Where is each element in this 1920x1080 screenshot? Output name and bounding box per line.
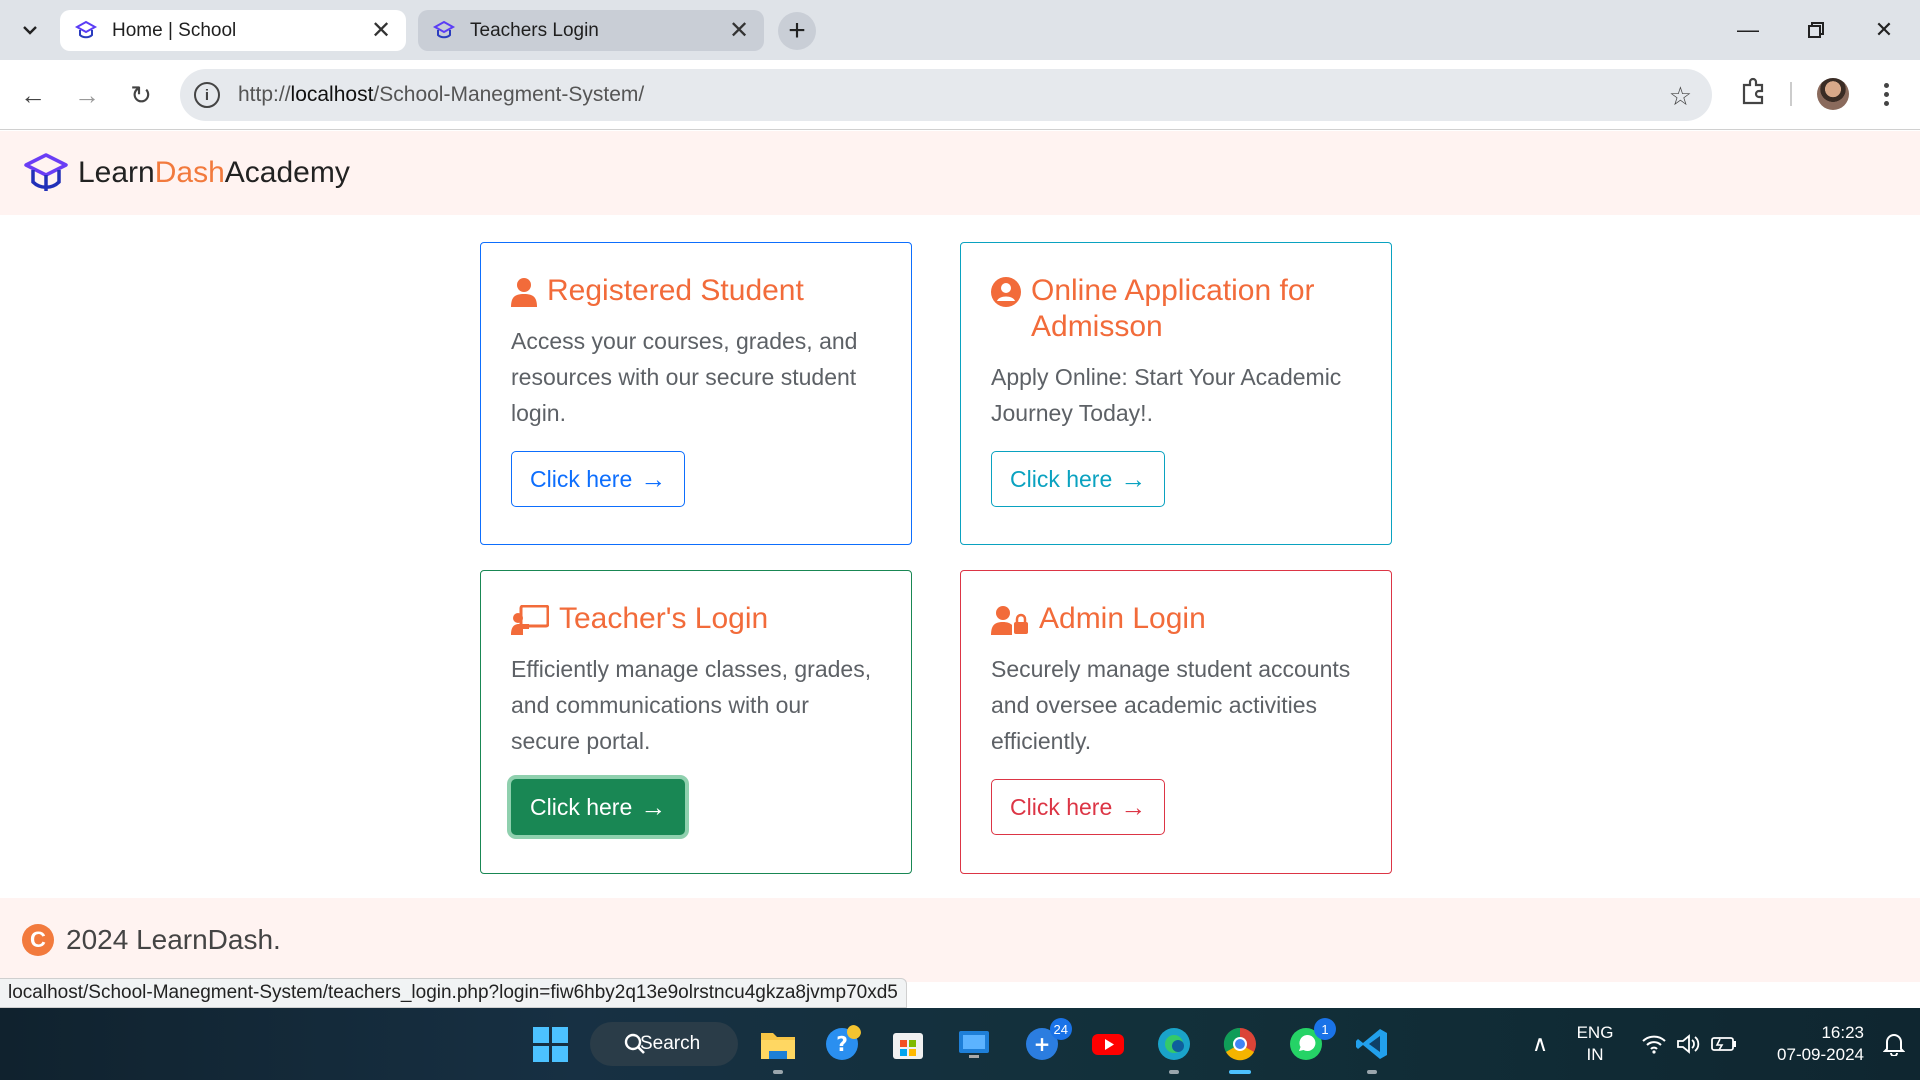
notifications-bell-icon[interactable] [1872,1022,1916,1066]
card-registered-student: Registered Student Access your courses, … [480,242,912,545]
browser-menu-icon[interactable] [1874,78,1898,110]
remote-desktop-icon[interactable] [952,1022,996,1066]
clock[interactable]: 16:23 07-09-2024 [1754,1022,1864,1066]
card-title: Online Application for Admisson [991,273,1361,345]
close-tab-icon[interactable]: ✕ [370,17,392,44]
teacher-click-here-button[interactable]: Click here → [511,779,686,835]
card-title: Admin Login [991,601,1361,637]
get-help-icon[interactable]: ? [820,1022,864,1066]
vscode-icon[interactable] [1350,1022,1394,1074]
tab-teachers-login[interactable]: Teachers Login ✕ [418,10,764,51]
close-tab-icon[interactable]: ✕ [728,17,750,44]
graduation-cap-icon [74,20,98,38]
tab-title: Teachers Login [470,19,599,41]
footer-text: 2024 LearnDash. [66,924,281,955]
reload-icon[interactable]: ↻ [122,76,160,114]
new-tab-plus-icon[interactable]: + [778,12,816,50]
url-text: http://localhost/School-Manegment-System… [238,83,645,106]
user-icon [511,278,537,307]
card-teachers-login: Teacher's Login Efficiently manage class… [480,570,912,874]
card-text: Efficiently manage classes, grades, and … [511,656,872,754]
bookmark-star-icon[interactable]: ☆ [1669,81,1692,112]
edge-icon[interactable] [1152,1022,1196,1074]
extensions-puzzle-icon[interactable] [1738,76,1768,106]
windows-taskbar: Search ? + 24 1 ∧ ENG IN 16:23 07-09-202… [0,1008,1920,1080]
tab-strip: Home | School ✕ Teachers Login ✕ + — ✕ [0,0,1920,60]
site-navbar: LearnDashAcademy [0,131,1920,215]
youtube-icon[interactable] [1086,1022,1130,1066]
search-icon [624,1033,645,1054]
restore-icon[interactable] [1796,10,1836,50]
svg-text:+: + [1034,1032,1051,1056]
toolbar-divider [1790,82,1792,106]
taskbar-search[interactable]: Search [590,1022,738,1066]
teams-icon[interactable]: + 24 [1020,1018,1072,1066]
arrow-right-icon: → [640,791,667,822]
arrow-right-icon: → [1120,463,1147,494]
whatsapp-icon[interactable]: 1 [1284,1018,1336,1066]
back-arrow-icon[interactable]: ← [14,76,52,114]
card-text: Securely manage student accounts and ove… [991,656,1351,754]
card-admin-login: Admin Login Securely manage student acco… [960,570,1392,874]
tab-home[interactable]: Home | School ✕ [60,10,406,51]
start-windows-icon[interactable] [528,1022,572,1066]
user-circle-icon [991,277,1021,307]
battery-icon[interactable] [1702,1022,1746,1066]
address-bar[interactable]: i http://localhost/School-Manegment-Syst… [180,69,1712,121]
site-brand[interactable]: LearnDashAcademy [78,156,350,190]
card-text: Access your courses, grades, and resourc… [511,328,858,426]
copyright-icon: C [22,924,54,956]
browser-toolbar: ← → ↻ i http://localhost/School-Manegmen… [0,60,1920,130]
chrome-icon[interactable] [1218,1022,1262,1074]
show-hidden-icons-chevron-icon[interactable]: ∧ [1518,1022,1562,1066]
graduation-cap-logo-icon[interactable] [22,149,70,197]
forward-arrow-icon[interactable]: → [68,76,106,114]
student-click-here-button[interactable]: Click here → [511,451,686,507]
site-info-icon[interactable]: i [194,82,220,108]
chalkboard-teacher-icon [511,605,549,635]
link-status-bar: localhost/School-Manegment-System/teache… [0,978,907,1008]
file-explorer-icon[interactable] [756,1022,800,1074]
svg-text:?: ? [836,1032,848,1056]
whatsapp-notification-badge: 1 [1314,1018,1336,1040]
admission-click-here-button[interactable]: Click here → [991,451,1166,507]
card-text: Apply Online: Start Your Academic Journe… [991,364,1342,426]
card-online-application: Online Application for Admisson Apply On… [960,242,1392,545]
tab-title: Home | School [112,19,237,41]
arrow-right-icon: → [1120,791,1147,822]
microsoft-store-icon[interactable] [886,1022,930,1066]
card-title: Registered Student [511,273,881,309]
card-title: Teacher's Login [511,601,881,637]
user-lock-icon [991,606,1028,635]
tab-search-chevron-icon[interactable] [14,14,46,46]
input-language[interactable]: ENG IN [1574,1022,1616,1066]
minimize-icon[interactable]: — [1728,10,1768,50]
profile-avatar[interactable] [1817,78,1849,110]
graduation-cap-icon [432,20,456,38]
site-footer: C 2024 LearnDash. [0,898,1920,982]
admin-click-here-button[interactable]: Click here → [991,779,1166,835]
teams-notification-badge: 24 [1049,1018,1072,1040]
arrow-right-icon: → [640,463,667,494]
close-window-icon[interactable]: ✕ [1864,10,1904,50]
